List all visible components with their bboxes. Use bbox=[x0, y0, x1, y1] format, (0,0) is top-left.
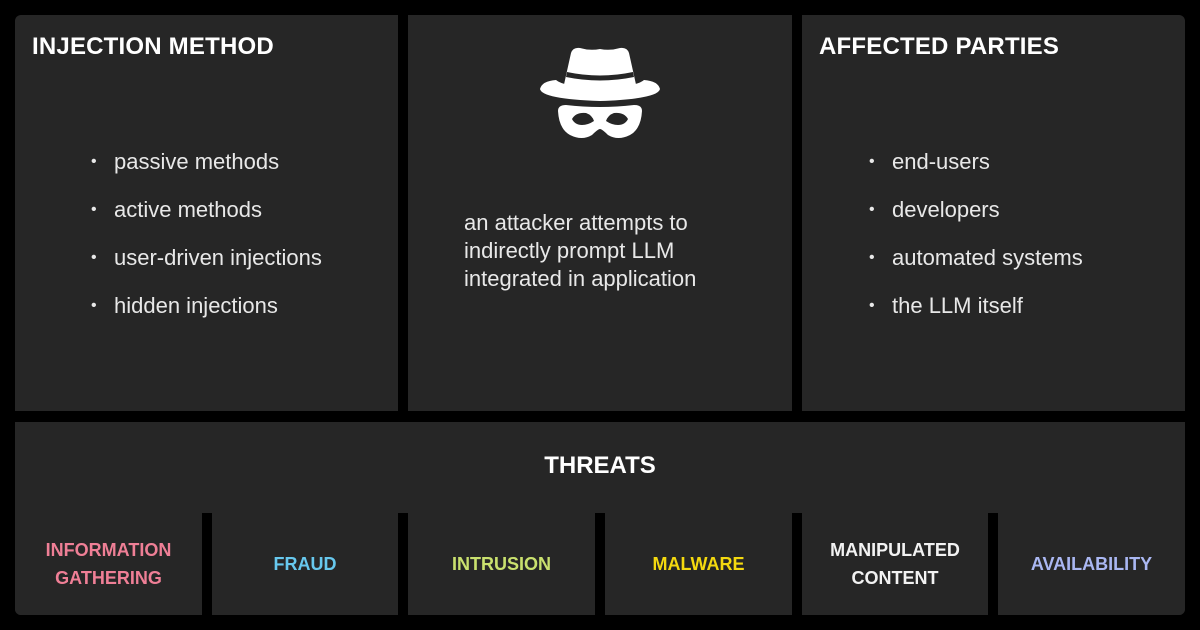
threat-intrusion: INTRUSION bbox=[408, 513, 595, 615]
threat-manipulated-content: MANIPULATED CONTENT bbox=[802, 513, 988, 615]
spy-incognito-icon bbox=[540, 47, 660, 138]
threat-label-line: INFORMATION bbox=[45, 540, 172, 560]
bullet-icon: • bbox=[91, 153, 97, 170]
threat-divider bbox=[202, 513, 212, 615]
threat-divider bbox=[792, 513, 802, 615]
threat-divider bbox=[398, 513, 408, 615]
list-item: • the LLM itself bbox=[869, 293, 1083, 341]
attack-description: an attacker attempts to indirectly promp… bbox=[464, 209, 764, 293]
list-item: • passive methods bbox=[91, 149, 322, 197]
bullet-icon: • bbox=[869, 153, 875, 170]
list-item: • automated systems bbox=[869, 245, 1083, 293]
affected-parties-panel: AFFECTED PARTIES • end-users • developer… bbox=[802, 15, 1185, 411]
description-line: indirectly prompt LLM bbox=[464, 238, 675, 263]
bullet-icon: • bbox=[91, 249, 97, 266]
bullet-icon: • bbox=[869, 297, 875, 314]
list-item-label: active methods bbox=[114, 197, 262, 222]
list-item-label: passive methods bbox=[114, 149, 280, 174]
injection-method-panel: INJECTION METHOD • passive methods • act… bbox=[15, 15, 398, 411]
threat-label-line: CONTENT bbox=[851, 568, 939, 588]
threat-label-line: FRAUD bbox=[273, 554, 337, 574]
threat-label-line: GATHERING bbox=[55, 568, 162, 588]
list-item: • hidden injections bbox=[91, 293, 322, 341]
threat-categories: INFORMATION GATHERING FRAUD INTRUSION MA… bbox=[15, 513, 1185, 615]
threat-information-gathering: INFORMATION GATHERING bbox=[15, 513, 202, 615]
affected-parties-list: • end-users • developers • automated sys… bbox=[869, 149, 1083, 341]
threat-label-line: MALWARE bbox=[652, 554, 745, 574]
list-item: • active methods bbox=[91, 197, 322, 245]
list-item-label: user-driven injections bbox=[114, 245, 322, 270]
bullet-icon: • bbox=[869, 201, 875, 218]
threat-label-line: INTRUSION bbox=[452, 554, 551, 574]
threat-availability: AVAILABILITY bbox=[998, 513, 1185, 615]
list-item: • user-driven injections bbox=[91, 245, 322, 293]
list-item-label: automated systems bbox=[892, 245, 1083, 270]
description-line: an attacker attempts to bbox=[464, 210, 688, 235]
threat-divider bbox=[988, 513, 998, 615]
threat-malware: MALWARE bbox=[605, 513, 792, 615]
threats-panel: THREATS INFORMATION GATHERING FRAUD INTR… bbox=[15, 422, 1185, 615]
list-item-label: end-users bbox=[892, 149, 990, 174]
list-item-label: developers bbox=[892, 197, 1000, 222]
threat-label-line: MANIPULATED bbox=[830, 540, 960, 560]
bullet-icon: • bbox=[869, 249, 875, 266]
injection-method-list: • passive methods • active methods • use… bbox=[91, 149, 322, 341]
list-item-label: the LLM itself bbox=[892, 293, 1023, 318]
threat-label-line: AVAILABILITY bbox=[1030, 554, 1153, 574]
threat-divider bbox=[595, 513, 605, 615]
list-item-label: hidden injections bbox=[114, 293, 278, 318]
affected-parties-title: AFFECTED PARTIES bbox=[819, 33, 1060, 60]
list-item: • developers bbox=[869, 197, 1083, 245]
bullet-icon: • bbox=[91, 297, 97, 314]
threat-fraud: FRAUD bbox=[212, 513, 398, 615]
bullet-icon: • bbox=[91, 201, 97, 218]
threats-title: THREATS bbox=[544, 452, 656, 479]
list-item: • end-users bbox=[869, 149, 1083, 197]
injection-method-title: INJECTION METHOD bbox=[32, 33, 274, 60]
description-line: integrated in application bbox=[464, 266, 697, 291]
attacker-panel: an attacker attempts to indirectly promp… bbox=[408, 15, 792, 411]
